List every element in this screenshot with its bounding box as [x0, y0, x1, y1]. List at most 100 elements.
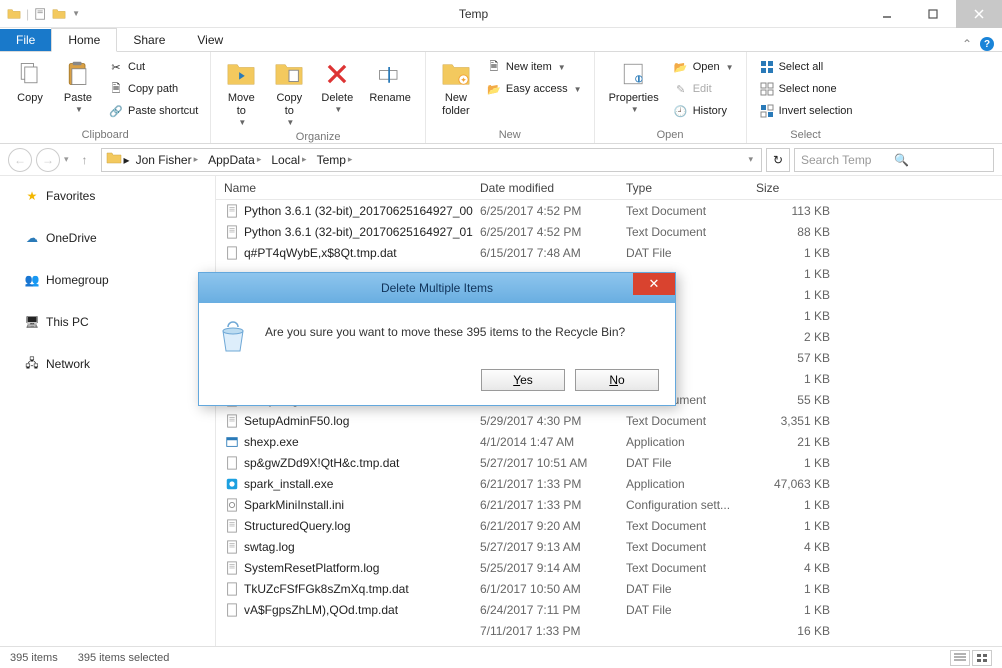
address-bar: ← → ▾ ↑ ▸ Jon Fisher▸ AppData▸ Local▸ Te…: [0, 144, 1002, 176]
address-dropdown-icon[interactable]: ▾: [744, 154, 757, 165]
file-size: 47,063 KB: [750, 477, 850, 491]
view-icons-button[interactable]: [972, 650, 992, 666]
file-rows[interactable]: Python 3.6.1 (32-bit)_20170625164927_00.…: [216, 200, 1002, 646]
file-row[interactable]: Python 3.6.1 (32-bit)_20170625164927_00.…: [216, 200, 1002, 221]
onedrive-icon: ☁: [24, 230, 40, 246]
copypath-button[interactable]: 🗎Copy path: [104, 78, 202, 100]
pasteshortcut-button[interactable]: 🔗Paste shortcut: [104, 100, 202, 122]
newfolder-button[interactable]: ✦New folder: [434, 56, 478, 120]
file-row[interactable]: shexp.exe4/1/2014 1:47 AMApplication21 K…: [216, 431, 1002, 452]
col-name[interactable]: Name: [216, 181, 474, 195]
delete-button[interactable]: Delete▼: [315, 56, 359, 116]
crumb-0[interactable]: Jon Fisher▸: [132, 153, 203, 167]
qat-separator: |: [24, 7, 31, 21]
open-button[interactable]: 📂Open▼: [669, 56, 738, 78]
file-list: Name Date modified Type Size Python 3.6.…: [216, 176, 1002, 646]
col-size[interactable]: Size: [750, 181, 850, 195]
file-name: Python 3.6.1 (32-bit)_20170625164927_00.…: [244, 204, 474, 218]
nav-favorites[interactable]: ★Favorites: [0, 184, 215, 208]
moveto-button[interactable]: Move to▼: [219, 56, 263, 129]
paste-button[interactable]: Paste ▼: [56, 56, 100, 116]
window-icon: [6, 6, 22, 22]
delete-dialog: Delete Multiple Items ✕ Are you sure you…: [198, 272, 676, 406]
copyto-button[interactable]: Copy to▼: [267, 56, 311, 129]
file-icon: [224, 224, 240, 240]
file-size: 1 KB: [750, 519, 850, 533]
tab-home[interactable]: Home: [51, 28, 117, 52]
file-date: 4/1/2014 1:47 AM: [474, 435, 620, 449]
view-details-button[interactable]: [950, 650, 970, 666]
file-row[interactable]: swtag.log5/27/2017 9:13 AMText Document4…: [216, 536, 1002, 557]
rename-button[interactable]: Rename: [363, 56, 417, 107]
newitem-button[interactable]: 🗎New item▼: [482, 56, 586, 78]
file-row[interactable]: SparkMiniInstall.ini6/21/2017 1:33 PMCon…: [216, 494, 1002, 515]
file-size: 57 KB: [750, 351, 850, 365]
nav-network[interactable]: 🖧Network: [0, 352, 215, 376]
file-row[interactable]: StructuredQuery.log6/21/2017 9:20 AMText…: [216, 515, 1002, 536]
qat-dropdown-icon[interactable]: ▼: [69, 9, 83, 18]
file-row[interactable]: Python 3.6.1 (32-bit)_20170625164927_01.…: [216, 221, 1002, 242]
file-icon: [224, 413, 240, 429]
tab-share[interactable]: Share: [117, 29, 181, 51]
file-icon: [224, 245, 240, 261]
recent-dropdown-icon[interactable]: ▾: [64, 154, 69, 165]
search-input[interactable]: Search Temp 🔍: [794, 148, 994, 172]
file-row[interactable]: SetupAdminF50.log5/29/2017 4:30 PMText D…: [216, 410, 1002, 431]
nav-onedrive[interactable]: ☁OneDrive: [0, 226, 215, 250]
file-date: 6/25/2017 4:52 PM: [474, 225, 620, 239]
file-row[interactable]: SystemResetPlatform.log5/25/2017 9:14 AM…: [216, 557, 1002, 578]
selectall-button[interactable]: Select all: [755, 56, 857, 78]
help-icon[interactable]: ?: [980, 37, 994, 51]
file-date: 6/24/2017 7:11 PM: [474, 603, 620, 617]
file-row[interactable]: spark_install.exe6/21/2017 1:33 PMApplic…: [216, 473, 1002, 494]
dialog-no-button[interactable]: No: [575, 369, 659, 391]
nav-thispc[interactable]: 🖥This PC: [0, 310, 215, 334]
ribbon-group-new: ✦New folder 🗎New item▼ 📂Easy access▼ New: [426, 52, 595, 143]
tab-view[interactable]: View: [181, 29, 239, 51]
copyto-icon: [273, 58, 305, 90]
file-size: 1 KB: [750, 372, 850, 386]
history-button[interactable]: 🕘History: [669, 100, 738, 122]
copy-button[interactable]: Copy: [8, 56, 52, 107]
file-row[interactable]: sp&gwZDd9X!QtH&c.tmp.dat5/27/2017 10:51 …: [216, 452, 1002, 473]
up-button[interactable]: ↑: [73, 148, 97, 172]
file-row[interactable]: vA$FgpsZhLM),QOd.tmp.dat6/24/2017 7:11 P…: [216, 599, 1002, 620]
file-type: Text Document: [620, 204, 750, 218]
easyaccess-button[interactable]: 📂Easy access▼: [482, 78, 586, 100]
invertselection-button[interactable]: Invert selection: [755, 100, 857, 122]
selectnone-button[interactable]: Select none: [755, 78, 857, 100]
minimize-button[interactable]: [864, 0, 910, 28]
cut-button[interactable]: ✂Cut: [104, 56, 202, 78]
breadcrumb[interactable]: ▸ Jon Fisher▸ AppData▸ Local▸ Temp▸ ▾: [101, 148, 762, 172]
file-row[interactable]: 7/11/2017 1:33 PM16 KB: [216, 620, 1002, 641]
file-date: 6/21/2017 9:20 AM: [474, 519, 620, 533]
close-button[interactable]: [956, 0, 1002, 28]
properties-button[interactable]: Properties▼: [603, 56, 665, 116]
maximize-button[interactable]: [910, 0, 956, 28]
nav-homegroup[interactable]: 👥Homegroup: [0, 268, 215, 292]
col-type[interactable]: Type: [620, 181, 750, 195]
newfolder-icon: ✦: [440, 58, 472, 90]
dialog-close-button[interactable]: ✕: [633, 273, 675, 295]
file-icon: [224, 623, 240, 639]
crumb-2[interactable]: Local▸: [267, 153, 310, 167]
tab-file[interactable]: File: [0, 29, 51, 51]
forward-button[interactable]: →: [36, 148, 60, 172]
crumb-1[interactable]: AppData▸: [204, 153, 265, 167]
file-row[interactable]: TkUZcFSfFGk8sZmXq.tmp.dat6/1/2017 10:50 …: [216, 578, 1002, 599]
svg-text:✦: ✦: [460, 75, 467, 84]
back-button[interactable]: ←: [8, 148, 32, 172]
ribbon-group-select: Select all Select none Invert selection …: [747, 52, 865, 143]
qat-properties-icon[interactable]: [33, 6, 49, 22]
file-row[interactable]: q#PT4qWybE,x$8Qt.tmp.dat6/15/2017 7:48 A…: [216, 242, 1002, 263]
file-name: q#PT4qWybE,x$8Qt.tmp.dat: [244, 246, 397, 260]
dialog-yes-button[interactable]: Yes: [481, 369, 565, 391]
crumb-3[interactable]: Temp▸: [313, 153, 357, 167]
properties-icon: [618, 58, 650, 90]
dialog-titlebar[interactable]: Delete Multiple Items ✕: [199, 273, 675, 303]
qat-newfolder-icon[interactable]: [51, 6, 67, 22]
edit-button[interactable]: ✎Edit: [669, 78, 738, 100]
ribbon-collapse-icon[interactable]: ⌃: [962, 37, 972, 51]
col-date[interactable]: Date modified: [474, 181, 620, 195]
refresh-button[interactable]: ↻: [766, 148, 790, 172]
